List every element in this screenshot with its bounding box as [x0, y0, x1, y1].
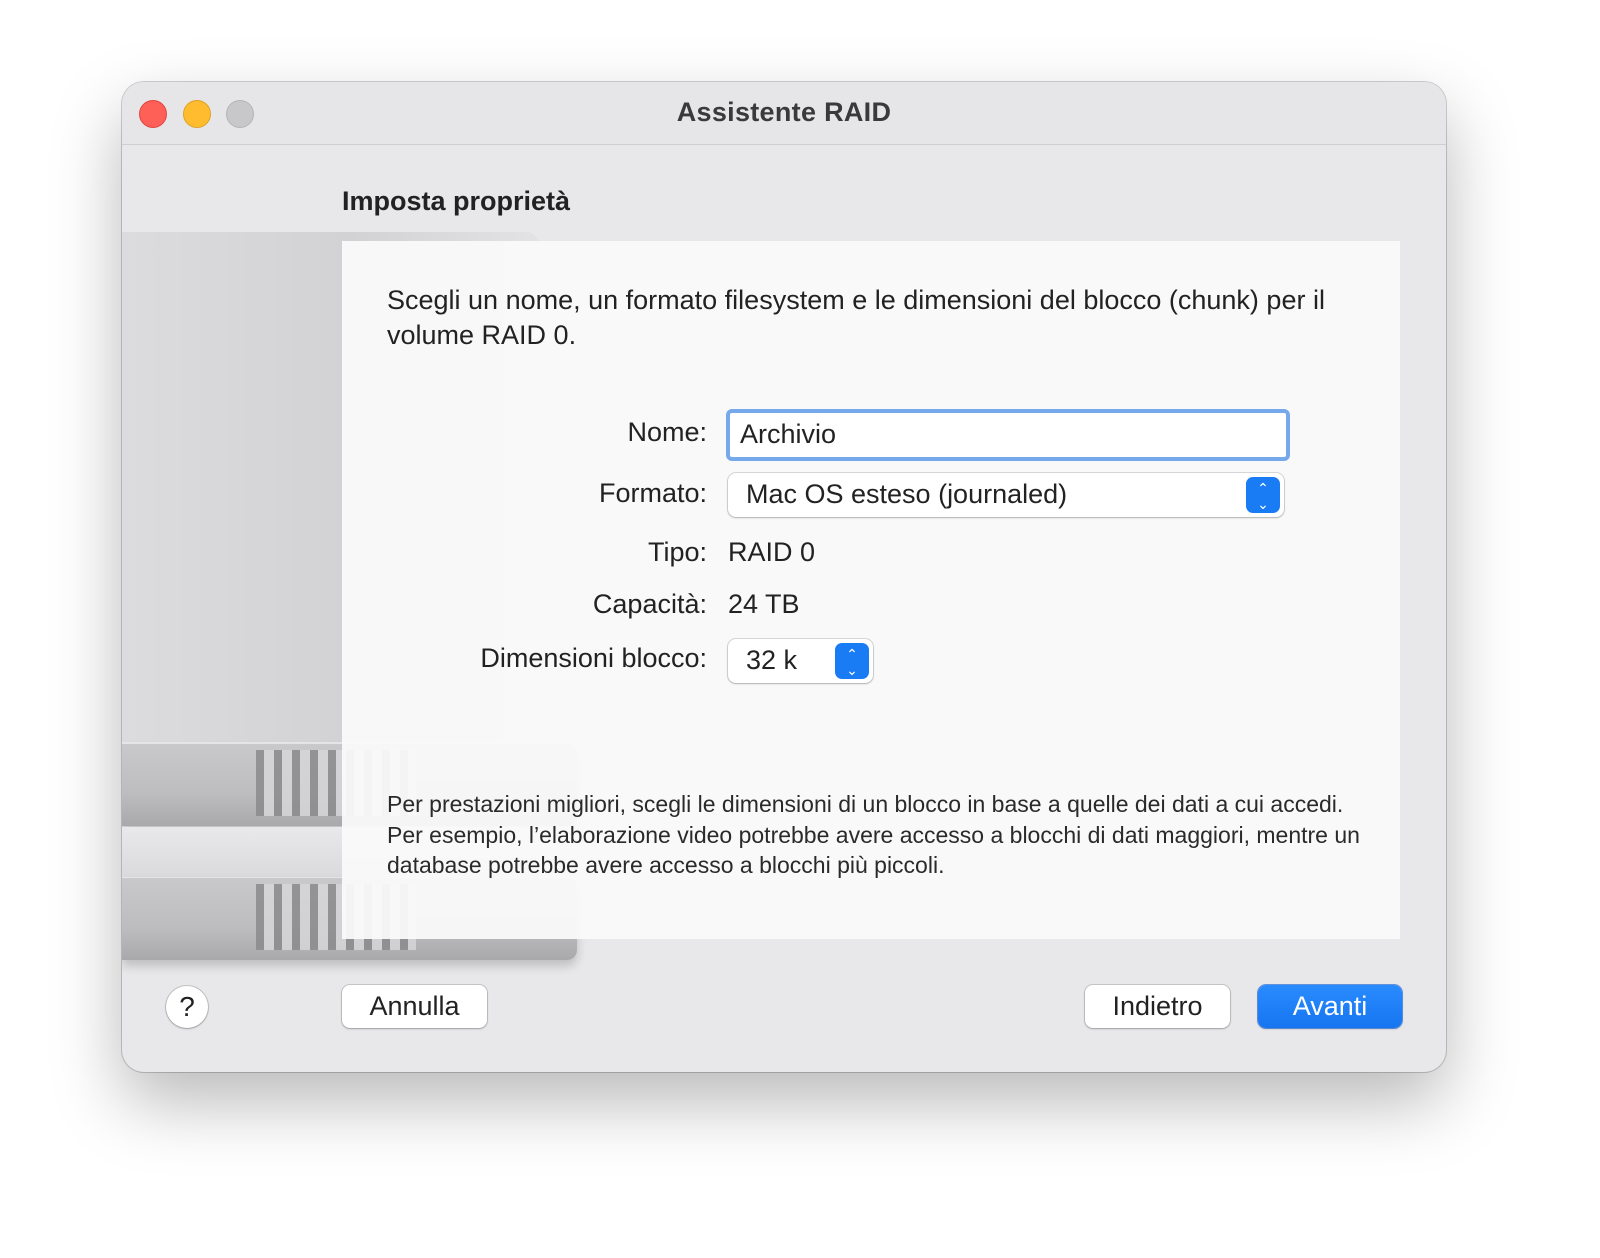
back-button[interactable]: Indietro [1085, 985, 1230, 1028]
chunk-size-popup[interactable]: 32 k ⌃ ⌄ [728, 639, 873, 683]
format-popup-value: Mac OS esteso (journaled) [746, 479, 1068, 509]
up-down-chevron-icon: ⌃ ⌄ [835, 643, 869, 679]
next-button[interactable]: Avanti [1258, 985, 1402, 1028]
type-label: Tipo: [647, 537, 707, 567]
help-button[interactable]: ? [166, 986, 208, 1028]
name-input[interactable]: Archivio [726, 409, 1290, 461]
cancel-button[interactable]: Annulla [342, 985, 487, 1028]
raid-assistant-window: Assistente RAID Imposta proprietà Scegli… [122, 82, 1446, 1072]
type-value: RAID 0 [728, 537, 816, 567]
chunk-size-label: Dimensioni blocco: [480, 643, 707, 673]
properties-panel: Scegli un nome, un formato filesystem e … [342, 241, 1400, 939]
capacity-label: Capacità: [592, 589, 707, 619]
capacity-value: 24 TB [728, 589, 800, 619]
name-label: Nome: [627, 417, 707, 447]
performance-note: Per prestazioni migliori, scegli le dime… [387, 791, 1360, 878]
name-input-value: Archivio [740, 419, 837, 449]
intro-text: Scegli un nome, un formato filesystem e … [387, 285, 1325, 350]
titlebar: Assistente RAID [122, 82, 1446, 145]
up-down-chevron-icon: ⌃ ⌄ [1246, 477, 1280, 513]
format-popup[interactable]: Mac OS esteso (journaled) ⌃ ⌄ [728, 473, 1284, 517]
chunk-size-popup-value: 32 k [746, 645, 798, 675]
format-label: Formato: [598, 478, 707, 508]
window-title: Assistente RAID [676, 97, 892, 127]
section-title: Imposta proprietà [342, 186, 571, 216]
